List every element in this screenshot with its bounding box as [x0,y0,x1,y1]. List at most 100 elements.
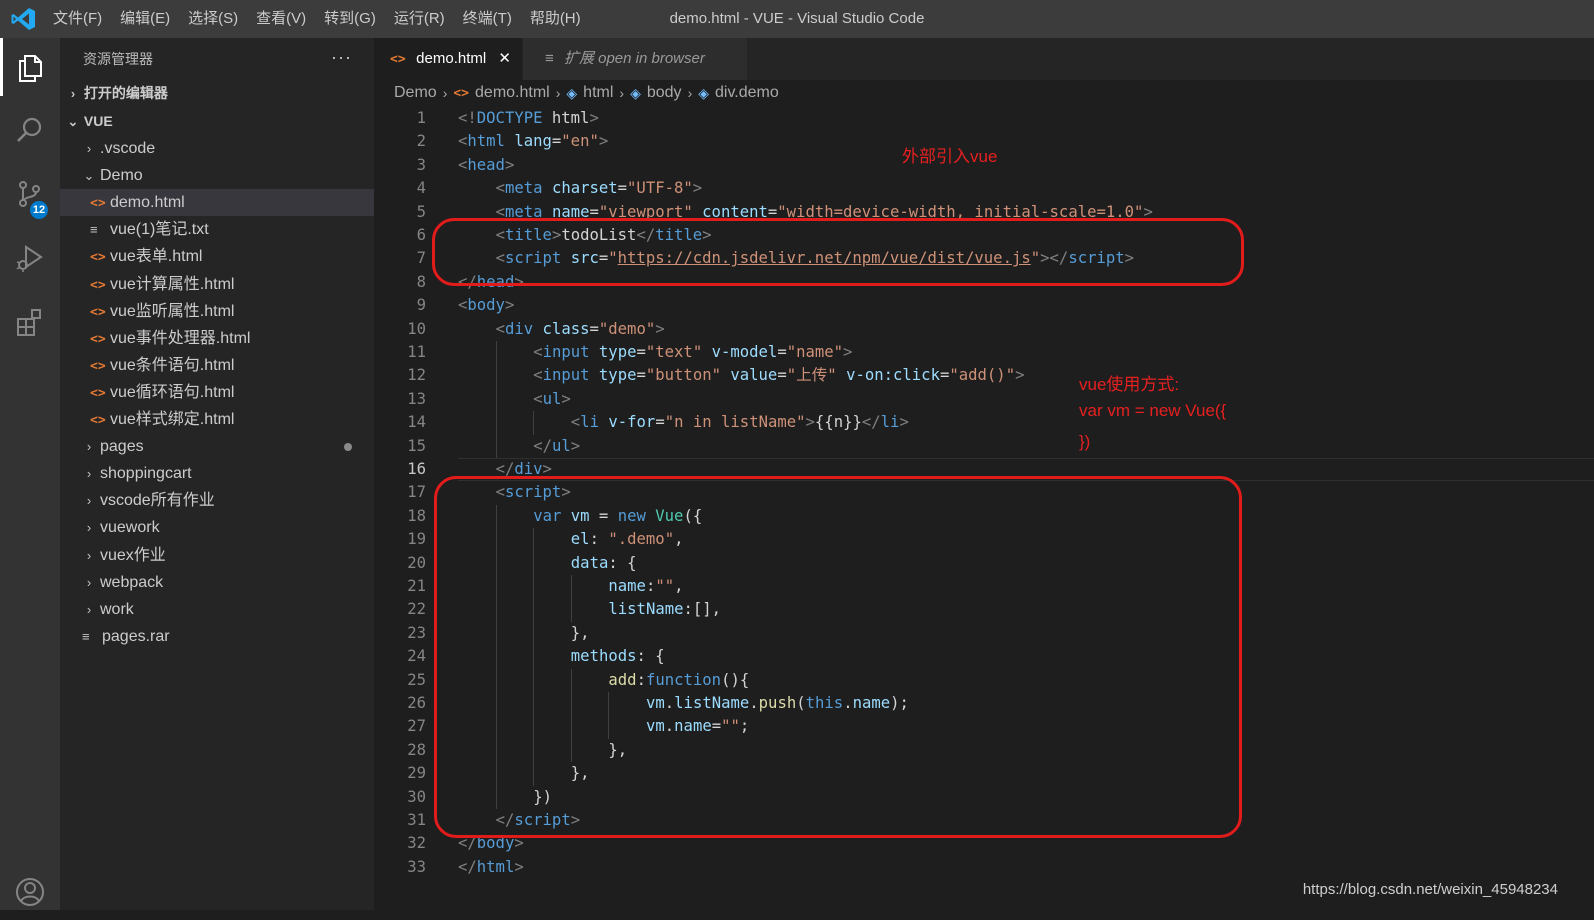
symbol-element-icon: ◈ [698,84,710,101]
annotation-usage-line-2: var vm = new Vue({ [1079,401,1227,420]
code-line[interactable]: 10 <div class="demo"> [374,318,1594,341]
breadcrumb-item[interactable]: div.demo [715,84,779,102]
code-token: = [589,319,599,338]
tree-folder[interactable]: › work [60,596,374,623]
line-number: 15 [407,436,426,455]
code-text: </html> [458,856,524,879]
tree-file[interactable]: <> vue计算属性.html [60,271,374,298]
code-token: > [589,109,599,127]
tree-folder[interactable]: › webpack [60,569,374,596]
tree-item-label: .vscode [100,140,156,157]
code-text: <meta charset="UTF-8"> [496,177,703,200]
open-editors-section[interactable]: › 打开的编辑器 [60,80,374,107]
account-icon[interactable] [0,864,60,920]
tree-folder[interactable]: › shoppingcart [60,460,374,487]
code-line[interactable]: 12 <input type="button" value="上传" v-on:c… [374,364,1594,388]
chevron-down-icon: ⌄ [67,114,79,129]
code-token: "上传" [786,366,847,385]
tab-demo-html[interactable]: <> demo.html ✕ [374,38,522,80]
code-token: > [561,389,571,408]
code-token: > [514,857,524,876]
code-token: li [580,413,609,432]
code-token: html [476,857,515,876]
tree-file[interactable]: <> vue循环语句.html [60,379,374,406]
tree-folder[interactable]: › pages [60,433,374,460]
code-line[interactable]: 4 <meta charset="UTF-8"> [374,177,1594,200]
tree-file[interactable]: <> vue事件处理器.html [60,325,374,352]
line-number: 17 [407,483,426,502]
tree-file[interactable]: <> vue表单.html [60,243,374,270]
line-number: 6 [416,226,426,244]
menu-item[interactable]: 终端(T) [454,0,521,38]
source-control-icon[interactable]: 12 [0,166,60,222]
tree-file[interactable]: <> demo.html [60,189,374,217]
code-token: "UTF-8" [627,179,693,198]
code-line[interactable]: 14 <li v-for="n in listName">{{n}}</li> [374,411,1594,435]
workspace-label: VUE [83,113,113,129]
line-number: 7 [416,249,426,268]
code-line[interactable]: 11 <input type="text" v-model="name"> [374,341,1594,365]
code-token: "n in listName" [664,413,806,432]
workspace-section[interactable]: ⌄ VUE [60,108,374,135]
menu-item[interactable]: 文件(F) [44,0,111,38]
code-token: "name" [786,343,844,361]
run-debug-icon[interactable] [0,230,60,286]
code-token: meta [504,179,552,198]
tree-folder[interactable]: › .vscode [60,135,374,162]
code-line[interactable]: 13 <ul> [374,387,1594,412]
breadcrumb-item[interactable]: html [583,84,613,102]
code-token: "demo" [598,319,656,338]
tree-folder[interactable]: › vuework [60,514,374,541]
tree-file[interactable]: <> vue条件语句.html [60,352,374,379]
code-token: > [805,413,815,432]
line-number: 11 [407,343,426,361]
menu-item[interactable]: 运行(R) [385,0,454,38]
menu-item[interactable]: 查看(V) [247,0,315,38]
chevron-right-icon: › [86,466,92,482]
tab-extension-preview[interactable]: ≡ 扩展 open in browser [523,38,747,80]
line-number: 28 [407,740,426,759]
menu-item[interactable]: 转到(G) [315,0,385,38]
code-token: head [467,155,505,174]
menu-item[interactable]: 选择(S) [179,0,247,38]
line-number: 14 [407,413,426,432]
html-file-icon: <> [90,331,106,347]
menu-item[interactable]: 帮助(H) [521,0,590,38]
tree-file[interactable]: <> vue监听属性.html [60,298,374,325]
tree-folder[interactable]: ⌄ Demo [60,162,374,189]
tree-folder[interactable]: › vuex作业 [60,542,374,569]
code-token: > [598,132,609,151]
tree-item-label: webpack [100,573,164,591]
line-number: 5 [416,202,426,221]
explorer-icon[interactable] [0,40,60,96]
breadcrumb-item[interactable]: Demo [394,84,437,102]
indent-guide [495,411,497,435]
tree-item-label: vue条件语句.html [110,356,235,374]
line-number: 4 [416,179,426,198]
line-number: 20 [407,553,426,572]
extensions-icon[interactable] [0,294,60,350]
code-token: type [598,343,637,361]
line-number: 19 [407,530,426,549]
code-token: "button" [645,366,731,385]
search-icon[interactable] [0,102,60,158]
tree-folder[interactable]: › vscode所有作业 [60,487,374,514]
watermark: https://blog.csdn.net/weixin_45948234 [1302,881,1558,898]
code-line[interactable]: 1 <!DOCTYPE html> [374,107,1594,130]
menu-item[interactable]: 编辑(E) [111,0,179,38]
breadcrumb-item[interactable]: body [647,84,682,102]
code-line[interactable]: 33 </html> [374,856,1594,879]
more-actions-icon[interactable]: ··· [331,38,352,76]
chevron-right-icon: › [86,520,92,536]
breadcrumb-item[interactable]: demo.html [475,84,550,102]
code-line[interactable]: 9 <body> [374,294,1594,317]
close-icon[interactable]: ✕ [498,50,511,67]
preview-file-icon: ≡ [545,50,554,67]
tree-file[interactable]: ≡ vue(1)笔记.txt [60,216,374,243]
sidebar-title: 资源管理器 [83,51,153,67]
code-token: < [458,132,468,151]
tree-file[interactable]: ≡ pages.rar [60,623,374,650]
tree-item-label: pages.rar [102,627,170,645]
tree-file[interactable]: <> vue样式绑定.html [60,406,374,433]
code-line[interactable]: 15 </ul> [374,434,1594,458]
